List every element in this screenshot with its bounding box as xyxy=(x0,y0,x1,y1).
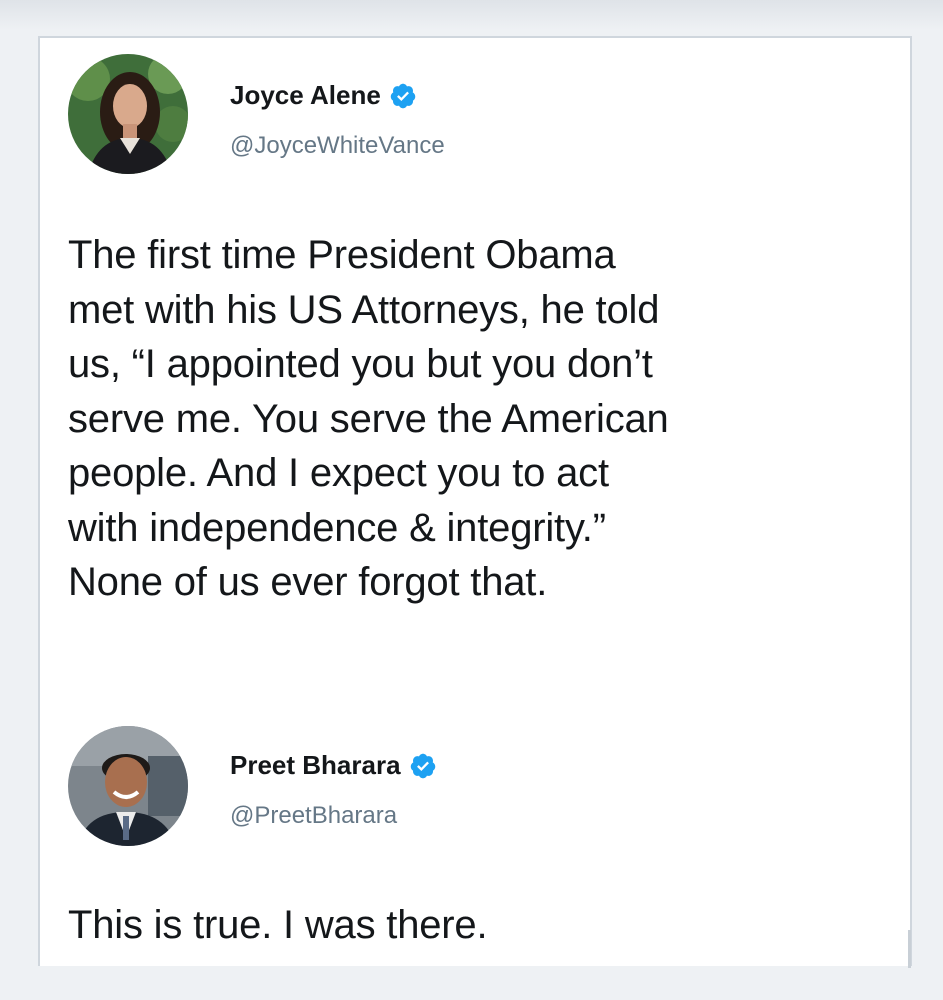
author-row-preet-bharara: Preet Bharara xyxy=(230,750,437,781)
tweet-text: The first time President Obama met with … xyxy=(68,233,669,604)
author-name[interactable]: Preet Bharara xyxy=(230,750,401,781)
avatar-joyce-alene[interactable] xyxy=(68,54,188,174)
verified-badge-icon xyxy=(389,82,417,110)
avatar-preet-bharara[interactable] xyxy=(68,726,188,846)
author-handle[interactable]: @JoyceWhiteVance xyxy=(230,132,445,160)
tweet-card: Joyce Alene @JoyceWhiteVance The first t… xyxy=(38,36,912,966)
card-edge-divider xyxy=(908,930,911,968)
verified-badge-icon xyxy=(409,752,437,780)
author-handle[interactable]: @PreetBharara xyxy=(230,802,397,830)
tweet-text: This is true. I was there. xyxy=(68,903,488,947)
author-row-joyce-alene: Joyce Alene xyxy=(230,80,417,111)
author-name[interactable]: Joyce Alene xyxy=(230,80,381,111)
